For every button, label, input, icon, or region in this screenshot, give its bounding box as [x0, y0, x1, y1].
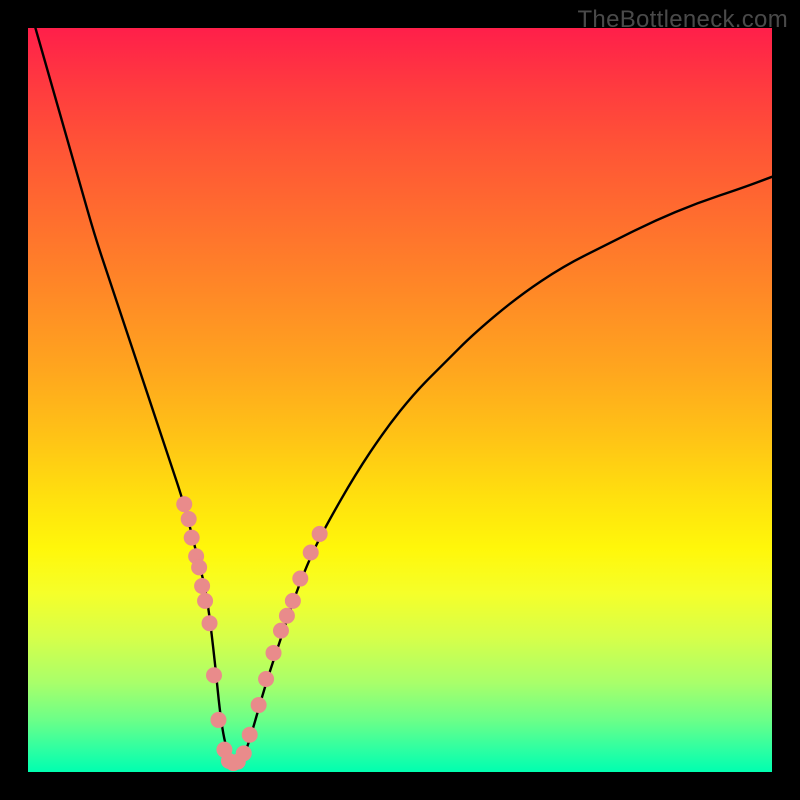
highlight-dot	[303, 545, 319, 561]
highlight-dot	[279, 608, 295, 624]
highlight-dot	[258, 671, 274, 687]
highlight-dot	[236, 745, 252, 761]
highlight-dot	[206, 667, 222, 683]
highlight-dot	[197, 593, 213, 609]
highlight-dot	[292, 571, 308, 587]
highlight-dot	[202, 615, 218, 631]
highlight-dot	[312, 526, 328, 542]
watermark-text: TheBottleneck.com	[577, 6, 788, 34]
chart-frame: TheBottleneck.com	[0, 0, 800, 800]
plot-area	[28, 28, 772, 772]
highlight-dots	[176, 496, 327, 771]
bottleneck-curve	[35, 28, 772, 763]
highlight-dot	[273, 623, 289, 639]
highlight-dot	[285, 593, 301, 609]
highlight-dot	[184, 530, 200, 546]
highlight-dot	[176, 496, 192, 512]
chart-svg	[28, 28, 772, 772]
highlight-dot	[191, 559, 207, 575]
highlight-dot	[266, 645, 282, 661]
highlight-dot	[242, 727, 258, 743]
highlight-dot	[194, 578, 210, 594]
highlight-dot	[181, 511, 197, 527]
highlight-dot	[251, 697, 267, 713]
highlight-dot	[210, 712, 226, 728]
